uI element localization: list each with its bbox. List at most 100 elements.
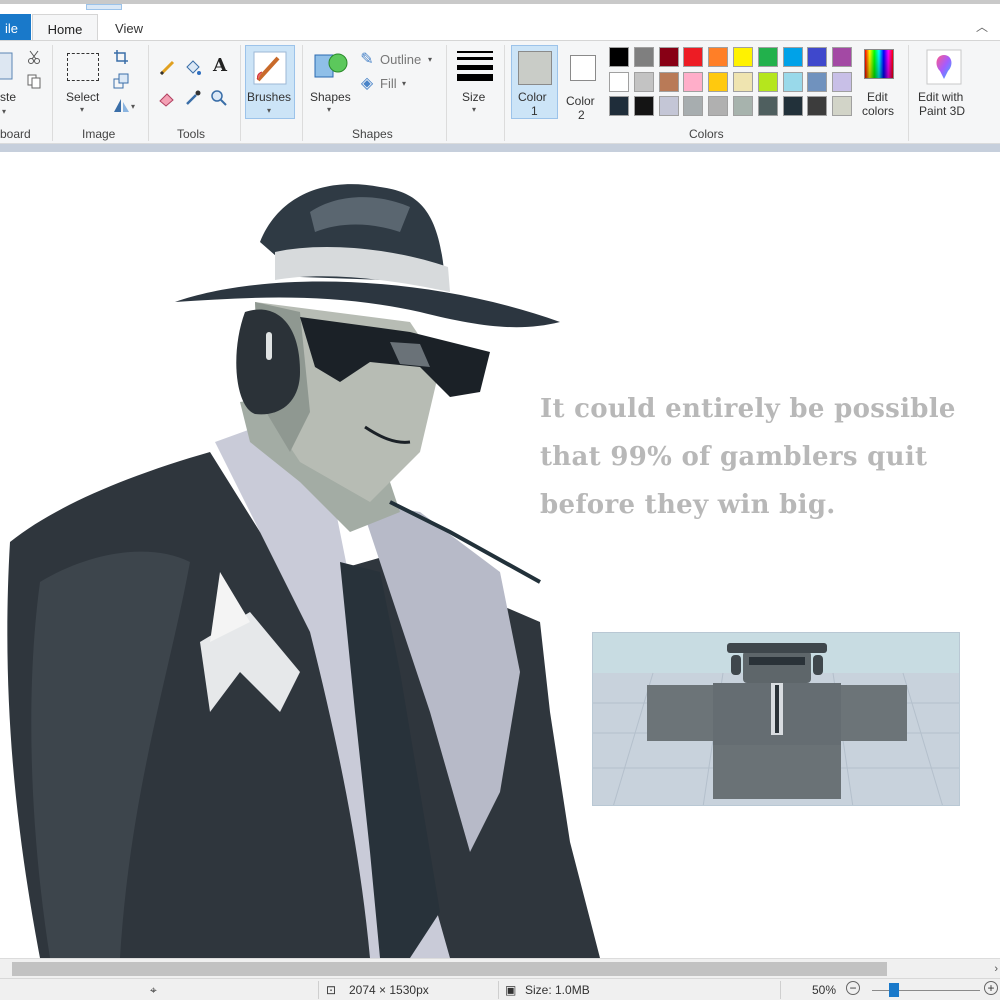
- palette-swatch[interactable]: [609, 96, 629, 116]
- outline-label[interactable]: Outline: [380, 53, 421, 67]
- outline-icon[interactable]: ✎: [358, 51, 376, 69]
- chevron-down-icon[interactable]: ▾: [428, 55, 432, 64]
- palette-swatch[interactable]: [832, 47, 853, 67]
- group-divider: [504, 45, 505, 141]
- text-icon[interactable]: A: [210, 57, 230, 75]
- chevron-down-icon[interactable]: ▾: [327, 105, 331, 114]
- scrollbar-thumb[interactable]: [12, 962, 887, 976]
- shapes-button-label[interactable]: Shapes: [310, 90, 351, 104]
- palette-swatch[interactable]: [683, 47, 704, 67]
- palette-swatch[interactable]: [683, 96, 704, 116]
- clipboard-group-label: board: [0, 127, 31, 141]
- status-bar: ⌖ ⊡ 2074 × 1530px ▣ Size: 1.0MB 50% − +: [0, 978, 1000, 1000]
- palette-swatch[interactable]: [708, 47, 729, 67]
- status-divider: [318, 981, 319, 999]
- palette-swatch[interactable]: [708, 96, 729, 116]
- fill-icon[interactable]: ◈: [358, 75, 376, 93]
- drawing-canvas[interactable]: It could entirely be possible that 99% o…: [0, 152, 1000, 958]
- zoom-out-button[interactable]: −: [846, 981, 860, 995]
- color2-swatch: [570, 55, 596, 81]
- palette-swatch[interactable]: [757, 47, 778, 67]
- palette-swatch[interactable]: [733, 96, 753, 116]
- size-line-icon: [457, 57, 493, 60]
- rotate-icon[interactable]: ▾: [113, 97, 137, 113]
- file-size: Size: 1.0MB: [525, 983, 590, 997]
- palette-swatch[interactable]: [757, 96, 778, 116]
- palette-swatch[interactable]: [757, 71, 778, 92]
- color-picker-icon[interactable]: [184, 89, 202, 107]
- group-divider: [446, 45, 447, 141]
- status-divider: [780, 981, 781, 999]
- size-line-icon: [457, 74, 493, 81]
- zoom-slider-thumb[interactable]: [888, 983, 899, 997]
- palette-swatch[interactable]: [633, 96, 654, 116]
- chevron-down-icon[interactable]: ▾: [402, 79, 406, 88]
- copy-icon[interactable]: [26, 73, 42, 89]
- rainbow-icon: [864, 49, 894, 79]
- ribbon: ste ▾ board Select ▾ ▾ Image A Tools Bru…: [0, 40, 1000, 144]
- palette-swatch[interactable]: [633, 71, 654, 92]
- paste-button-label[interactable]: ste: [0, 90, 16, 104]
- brushes-label: Brushes: [247, 90, 292, 104]
- magnifier-icon[interactable]: [210, 89, 228, 107]
- paint3d-label-line2: Paint 3D: [919, 104, 966, 118]
- cursor-position-icon: ⌖: [150, 983, 157, 997]
- shapes-icon[interactable]: [312, 49, 350, 83]
- palette-swatch[interactable]: [708, 71, 729, 92]
- color1-swatch: [518, 51, 552, 85]
- palette-swatch[interactable]: [609, 47, 629, 67]
- quick-access-toolbar[interactable]: [86, 4, 122, 10]
- chevron-down-icon: ▾: [267, 106, 272, 115]
- fill-bucket-icon[interactable]: [184, 59, 202, 77]
- edit-colors-label-line2: colors: [862, 104, 895, 118]
- palette-swatch[interactable]: [782, 71, 803, 92]
- chevron-down-icon[interactable]: ▾: [2, 107, 6, 116]
- palette-swatch[interactable]: [633, 47, 654, 67]
- ribbon-tab-bar: ile Home View ︿: [0, 0, 1000, 44]
- select-icon[interactable]: [67, 53, 99, 81]
- chevron-up-icon[interactable]: ︿: [976, 18, 988, 35]
- shapes-group-label: Shapes: [352, 127, 393, 141]
- pencil-icon[interactable]: [158, 59, 176, 77]
- brush-icon: [253, 51, 287, 85]
- color2-number: 2: [578, 108, 585, 122]
- crop-icon[interactable]: [113, 49, 129, 65]
- brushes-button[interactable]: Brushes ▾: [245, 45, 295, 119]
- palette-swatch[interactable]: [609, 71, 629, 92]
- zoom-in-button[interactable]: +: [984, 981, 998, 995]
- palette-swatch[interactable]: [807, 96, 828, 116]
- palette-swatch[interactable]: [832, 71, 853, 92]
- color2-label: Color: [566, 94, 595, 108]
- resize-icon[interactable]: [113, 73, 129, 89]
- palette-swatch[interactable]: [807, 47, 828, 67]
- chevron-down-icon[interactable]: ▾: [80, 105, 84, 114]
- palette-swatch[interactable]: [658, 71, 679, 92]
- cut-icon[interactable]: [26, 49, 42, 65]
- fill-label[interactable]: Fill: [380, 77, 397, 91]
- palette-swatch[interactable]: [782, 47, 803, 67]
- color1-label: Color: [518, 90, 547, 104]
- paste-icon[interactable]: [0, 49, 16, 83]
- color2-button[interactable]: Color 2: [562, 45, 604, 122]
- character-artwork: [7, 184, 600, 958]
- group-divider: [52, 45, 53, 141]
- chevron-right-icon[interactable]: ›: [994, 959, 998, 979]
- eraser-icon-shape[interactable]: [158, 89, 176, 107]
- svg-text:▾: ▾: [131, 102, 135, 111]
- color1-button[interactable]: Color 1: [511, 45, 558, 119]
- group-divider: [240, 45, 241, 141]
- quote-line: before they win big.: [540, 490, 836, 520]
- palette-swatch[interactable]: [832, 96, 853, 116]
- palette-swatch[interactable]: [683, 71, 704, 92]
- palette-swatch[interactable]: [658, 47, 679, 67]
- quote-line: that 99% of gamblers quit: [540, 442, 928, 472]
- palette-swatch[interactable]: [658, 96, 679, 116]
- palette-swatch[interactable]: [733, 71, 753, 92]
- size-line-icon: [457, 51, 493, 53]
- ribbon-shadow: [0, 144, 1000, 152]
- palette-swatch[interactable]: [807, 71, 828, 92]
- select-button-label[interactable]: Select: [66, 90, 99, 104]
- horizontal-scrollbar[interactable]: ›: [0, 958, 1000, 978]
- palette-swatch[interactable]: [733, 47, 753, 67]
- palette-swatch[interactable]: [782, 96, 803, 116]
